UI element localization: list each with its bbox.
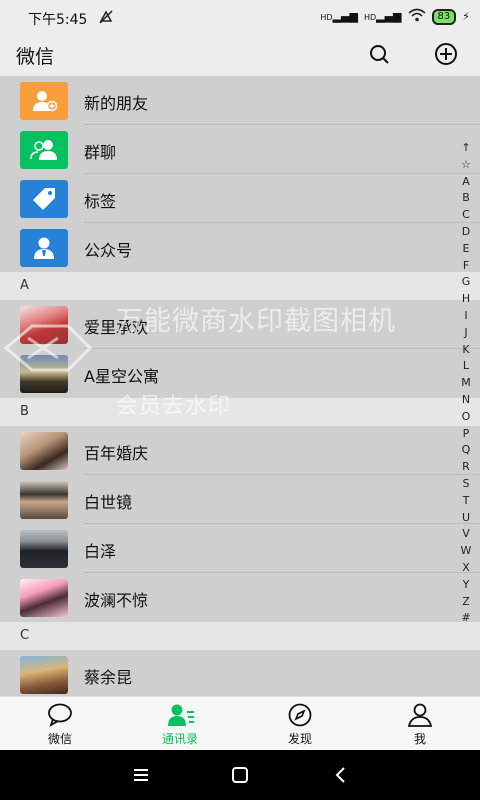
index-letter[interactable]: T (452, 493, 480, 510)
tab-discover[interactable]: 发现 (240, 697, 360, 751)
contact-name: 白泽 (84, 542, 117, 561)
group-chat-icon (20, 131, 68, 169)
index-letter[interactable]: X (452, 560, 480, 577)
index-letter[interactable]: G (452, 274, 480, 291)
contacts-icon (167, 703, 194, 727)
index-letter[interactable]: D (452, 224, 480, 241)
index-letter[interactable]: L (452, 358, 480, 375)
chat-icon (47, 703, 73, 727)
signal-2-icon: HD▂▄▆ (363, 10, 402, 23)
index-letter[interactable]: W (452, 543, 480, 560)
index-letter[interactable]: M (452, 375, 480, 392)
search-icon[interactable] (367, 42, 391, 66)
avatar (20, 579, 68, 617)
system-nav-bar (0, 750, 480, 800)
index-letter[interactable]: U (452, 510, 480, 527)
index-letter[interactable]: C (452, 207, 480, 224)
contact-row[interactable]: 白世镜 (0, 475, 480, 524)
section-letter: A (20, 278, 29, 293)
contact-row[interactable]: 蔡余昆 (0, 650, 480, 696)
contact-name: 百年婚庆 (84, 444, 149, 463)
section-header-a: A (0, 272, 480, 300)
index-letter[interactable]: I (452, 308, 480, 325)
index-letter[interactable]: Q (452, 442, 480, 459)
add-icon[interactable] (434, 42, 458, 66)
avatar (20, 656, 68, 694)
list-item-label: 新的朋友 (84, 94, 149, 113)
index-letter[interactable]: Y (452, 577, 480, 594)
list-item-label: 标签 (84, 192, 117, 211)
status-indicators: HD▂▄▆ HD▂▄▆ 83 ⚡ (320, 8, 470, 25)
home-icon[interactable] (228, 763, 252, 787)
avatar (20, 481, 68, 519)
back-icon[interactable] (329, 763, 353, 787)
index-letter[interactable]: R (452, 459, 480, 476)
watermark-logo (2, 318, 94, 378)
official-account-icon (20, 229, 68, 267)
charging-icon: ⚡ (462, 10, 470, 23)
index-letter[interactable]: H (452, 291, 480, 308)
discover-icon (287, 703, 313, 727)
avatar (20, 530, 68, 568)
section-header-b: B (0, 398, 480, 426)
alphabet-index[interactable]: ↑ ☆ A B C D E F G H I J K L M N O P Q R S T U V W X Y Z # (452, 140, 480, 627)
index-letter[interactable]: ☆ (452, 157, 480, 174)
menu-icon[interactable] (129, 763, 153, 787)
avatar (20, 432, 68, 470)
contact-name: 蔡余昆 (84, 668, 133, 687)
section-header-c: C (0, 622, 480, 650)
contact-list: 新的朋友 群聊 标签 公众号 A 爱里承欢 A星空公寓 B 百年婚庆 白世镜 白… (0, 76, 480, 696)
me-icon (407, 703, 433, 727)
contact-row[interactable]: 百年婚庆 (0, 426, 480, 475)
signal-1-icon: HD▂▄▆ (320, 10, 358, 23)
contact-name: 白世镜 (84, 493, 133, 512)
tag-icon (20, 180, 68, 218)
index-letter[interactable]: A (452, 174, 480, 191)
contact-name: A星空公寓 (84, 367, 159, 386)
add-friend-icon (20, 82, 68, 120)
tab-chats[interactable]: 微信 (0, 697, 120, 751)
tab-contacts[interactable]: 通讯录 (120, 697, 240, 751)
tab-label: 微信 (47, 732, 72, 746)
list-item-group-chats[interactable]: 群聊 (0, 125, 480, 174)
contact-name: 波澜不惊 (84, 591, 149, 610)
index-letter[interactable]: Z (452, 594, 480, 611)
section-letter: C (20, 628, 30, 643)
index-letter[interactable]: V (452, 526, 480, 543)
index-letter[interactable]: S (452, 476, 480, 493)
list-item-tags[interactable]: 标签 (0, 174, 480, 223)
battery-icon: 83 (431, 8, 457, 25)
index-letter[interactable]: F (452, 258, 480, 275)
contact-row[interactable]: 波澜不惊 (0, 573, 480, 622)
status-bar: 下午5:45 HD▂▄▆ HD▂▄▆ 83 ⚡ (0, 0, 480, 36)
index-letter[interactable]: P (452, 426, 480, 443)
list-item-label: 公众号 (84, 241, 133, 260)
tab-label: 发现 (287, 732, 312, 746)
index-letter[interactable]: K (452, 342, 480, 359)
section-letter: B (20, 404, 29, 419)
index-letter[interactable]: J (452, 325, 480, 342)
tab-label: 通讯录 (161, 732, 198, 746)
tab-label: 我 (413, 732, 426, 746)
page-title: 微信 (16, 46, 55, 68)
wifi-icon (408, 8, 426, 25)
list-item-official-accounts[interactable]: 公众号 (0, 223, 480, 272)
app-header: 微信 (0, 36, 480, 76)
tab-bar: 微信 通讯录 发现 我 (0, 696, 480, 751)
index-letter[interactable]: # (452, 610, 480, 627)
notification-muted-icon (98, 9, 114, 29)
list-item-new-friends[interactable]: 新的朋友 (0, 76, 480, 125)
contact-row[interactable]: 白泽 (0, 524, 480, 573)
index-letter[interactable]: E (452, 241, 480, 258)
watermark-subtext: 会员去水印 (116, 394, 232, 419)
watermark-text: 万能微商水印截图相机 (116, 306, 396, 337)
index-letter[interactable]: B (452, 190, 480, 207)
index-letter[interactable]: O (452, 409, 480, 426)
index-letter[interactable]: N (452, 392, 480, 409)
index-letter[interactable]: ↑ (452, 140, 480, 157)
tab-me[interactable]: 我 (360, 697, 480, 751)
status-time: 下午5:45 (28, 12, 88, 28)
list-item-label: 群聊 (84, 143, 117, 162)
